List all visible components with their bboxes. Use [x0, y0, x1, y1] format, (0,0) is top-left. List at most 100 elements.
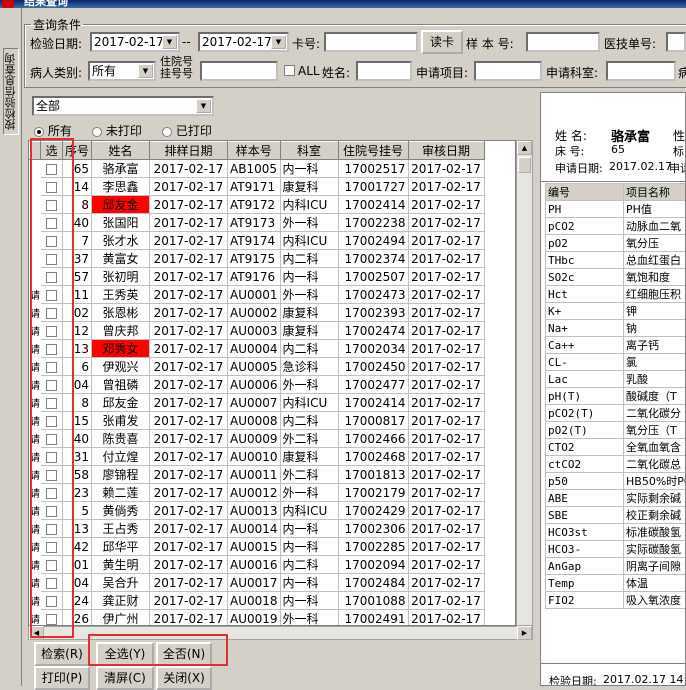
table-row[interactable]: 8邱友金2017-02-17AT9172内科ICU170024142017-02… — [30, 196, 485, 214]
result-row[interactable]: K+钾 — [546, 303, 686, 320]
table-row[interactable]: 请13王占秀2017-02-17AU0014内一科170023062017-02… — [30, 520, 485, 538]
table-row[interactable]: 请5黄倘秀2017-02-17AU0013内科ICU170024292017-0… — [30, 502, 485, 520]
result-row[interactable]: Hct红细胞压积 — [546, 286, 686, 303]
grid-header-cell[interactable]: 样本号 — [228, 142, 281, 160]
result-panel: 姓 名: 骆承富 性 床 号: 65 标 申请日期: 2017.02.17 申请… — [540, 92, 686, 686]
result-row[interactable]: Ca++离子钙 — [546, 337, 686, 354]
table-row[interactable]: 请23赖二莲2017-02-17AU0012外一科170021792017-02… — [30, 484, 485, 502]
result-row[interactable]: ctCO2二氧化碳总 — [546, 456, 686, 473]
read-card-button[interactable]: 读卡 — [421, 30, 463, 54]
cell-date: 2017-02-17 — [150, 196, 228, 214]
hosp-no-input[interactable] — [200, 61, 278, 81]
table-row[interactable]: 请11王秀英2017-02-17AU0001外一科170024732017-02… — [30, 286, 485, 304]
card-input[interactable] — [324, 32, 418, 52]
result-row[interactable]: ABE实际剩余碱 — [546, 490, 686, 507]
table-row[interactable]: 请15张甫发2017-02-17AU0008内二科170008172017-02… — [30, 412, 485, 430]
chevron-down-icon[interactable]: ▼ — [196, 99, 211, 113]
date-to-picker[interactable]: 2017-02-17▼ — [198, 32, 289, 52]
req-item-input[interactable] — [474, 61, 542, 81]
result-row[interactable]: HCO3-实际碳酸氢 — [546, 541, 686, 558]
cell-name: 伊广州 — [92, 610, 150, 627]
result-row[interactable]: FIO2吸入氧浓度 — [546, 592, 686, 609]
result-row[interactable]: PHPH值 — [546, 201, 686, 218]
radio-all[interactable]: 所有 — [34, 122, 72, 139]
result-header-cell[interactable]: 编号 — [546, 184, 624, 201]
grid-vertical-scrollbar[interactable]: ▲ — [516, 140, 533, 626]
table-row[interactable]: 请31付立煌2017-02-17AU0010康复科170024682017-02… — [30, 448, 485, 466]
result-row[interactable]: Temp体温 — [546, 575, 686, 592]
scroll-up-icon[interactable]: ▲ — [517, 141, 532, 155]
table-row[interactable]: 37黄富女2017-02-17AT9175内二科170023742017-02-… — [30, 250, 485, 268]
table-row[interactable]: 请04吴合升2017-02-17AU0017内一科170024842017-02… — [30, 574, 485, 592]
clear-button[interactable]: 清屏(C) — [96, 666, 154, 690]
side-tab-query-by-info[interactable]: 按检验信息查询 — [3, 48, 19, 135]
title-bar: 结果查询 — [0, 0, 686, 8]
result-row[interactable]: SBE校正剩余碱 — [546, 507, 686, 524]
result-row[interactable]: pO2(T)氧分压（T — [546, 422, 686, 439]
date-from-picker[interactable]: 2017-02-17▼ — [90, 32, 180, 52]
result-row[interactable]: pCO2动脉血二氧 — [546, 218, 686, 235]
req-dept-input[interactable] — [606, 61, 676, 81]
table-row[interactable]: 请13邓秀女2017-02-17AU0004内二科170020342017-02… — [30, 340, 485, 358]
scroll-right-icon[interactable]: ▶ — [517, 626, 532, 640]
table-row[interactable]: 请24龚正财2017-02-17AU0018内一科170010882017-02… — [30, 592, 485, 610]
result-row[interactable]: Lac乳酸 — [546, 371, 686, 388]
table-row[interactable]: 请42邱华平2017-02-17AU0015内一科170022852017-02… — [30, 538, 485, 556]
chevron-down-icon[interactable]: ▼ — [138, 64, 153, 78]
table-row[interactable]: 请02张恩彬2017-02-17AU0002康复科170023932017-02… — [30, 304, 485, 322]
chevron-down-icon[interactable]: ▼ — [271, 35, 286, 49]
result-row[interactable]: CTO2全氧血氧含 — [546, 439, 686, 456]
table-row[interactable]: 请26伊广州2017-02-17AU0019外一科170024912017-02… — [30, 610, 485, 627]
result-code: pCO2 — [546, 218, 624, 235]
all-checkbox[interactable] — [284, 65, 295, 76]
result-item-name: HB50%时PO — [624, 473, 686, 490]
result-row[interactable]: pO2氧分压 — [546, 235, 686, 252]
result-row[interactable]: p50HB50%时PO — [546, 473, 686, 490]
grid-header-cell[interactable]: 排样日期 — [150, 142, 228, 160]
radio-unprinted[interactable]: 未打印 — [92, 122, 142, 139]
tech-no-input[interactable] — [666, 32, 686, 52]
print-button[interactable]: 打印(P) — [34, 666, 90, 690]
grid-header-cell[interactable]: 姓名 — [92, 142, 150, 160]
sample-no-input[interactable] — [526, 32, 600, 52]
result-row[interactable]: THbc总血红蛋白 — [546, 252, 686, 269]
radio-dot-icon — [162, 127, 172, 137]
result-header-cell[interactable]: 项目名称 — [624, 184, 686, 201]
scroll-thumb[interactable] — [518, 157, 531, 173]
result-row[interactable]: AnGap阴离子间隙 — [546, 558, 686, 575]
cell-audit: 2017-02-17 — [408, 430, 484, 448]
chevron-down-icon[interactable]: ▼ — [162, 35, 177, 49]
table-row[interactable]: 请01黄生明2017-02-17AU0016内二科170020942017-02… — [30, 556, 485, 574]
result-row[interactable]: CL-氯 — [546, 354, 686, 371]
table-row[interactable]: 请04曾祖磷2017-02-17AU0006外一科170024772017-02… — [30, 376, 485, 394]
table-row[interactable]: 57张初明2017-02-17AT9176内一科170025072017-02-… — [30, 268, 485, 286]
table-row[interactable]: 65骆承富2017-02-17AB1005内一科170025172017-02-… — [30, 160, 485, 178]
result-row[interactable]: Na+钠 — [546, 320, 686, 337]
table-row[interactable]: 请8邱友金2017-02-17AU0007内科ICU170024142017-0… — [30, 394, 485, 412]
search-button[interactable]: 检索(R) — [34, 642, 90, 666]
grid-header-cell[interactable]: 住院号挂号 — [338, 142, 408, 160]
result-row[interactable]: SO2c氧饱和度 — [546, 269, 686, 286]
grid-header-cell[interactable]: 科室 — [280, 142, 338, 160]
cell-date: 2017-02-17 — [150, 178, 228, 196]
table-row[interactable]: 7张才水2017-02-17AT9174内科ICU170024942017-02… — [30, 232, 485, 250]
table-row[interactable]: 14李思鑫2017-02-17AT9171康复科170017272017-02-… — [30, 178, 485, 196]
cell-audit: 2017-02-17 — [408, 268, 484, 286]
patient-type-select[interactable]: 所有▼ — [88, 61, 156, 81]
close-button[interactable]: 关闭(X) — [156, 666, 212, 690]
result-row[interactable]: HCO3st标准碳酸氢 — [546, 524, 686, 541]
result-row[interactable]: pCO2(T)二氧化碳分 — [546, 405, 686, 422]
sample-grid[interactable]: 选序号姓名排样日期样本号科室住院号挂号审核日期 65骆承富2017-02-17A… — [28, 140, 516, 626]
table-row[interactable]: 请40陈贵喜2017-02-17AU0009外二科170024662017-02… — [30, 430, 485, 448]
cell-audit: 2017-02-17 — [408, 196, 484, 214]
filter-combo[interactable]: 全部▼ — [32, 96, 214, 116]
result-row[interactable]: pH(T)酸碱度（T — [546, 388, 686, 405]
grid-header-cell[interactable]: 审核日期 — [408, 142, 484, 160]
radio-printed[interactable]: 已打印 — [162, 122, 212, 139]
table-row[interactable]: 请58廖锦程2017-02-17AU0011外二科170018132017-02… — [30, 466, 485, 484]
name-input[interactable] — [356, 61, 412, 81]
table-row[interactable]: 请6伊观兴2017-02-17AU0005急诊科170024502017-02-… — [30, 358, 485, 376]
table-row[interactable]: 请12曾庆邦2017-02-17AU0003康复科170024742017-02… — [30, 322, 485, 340]
result-code: pH(T) — [546, 388, 624, 405]
table-row[interactable]: 40张国阳2017-02-17AT9173外一科170022382017-02-… — [30, 214, 485, 232]
